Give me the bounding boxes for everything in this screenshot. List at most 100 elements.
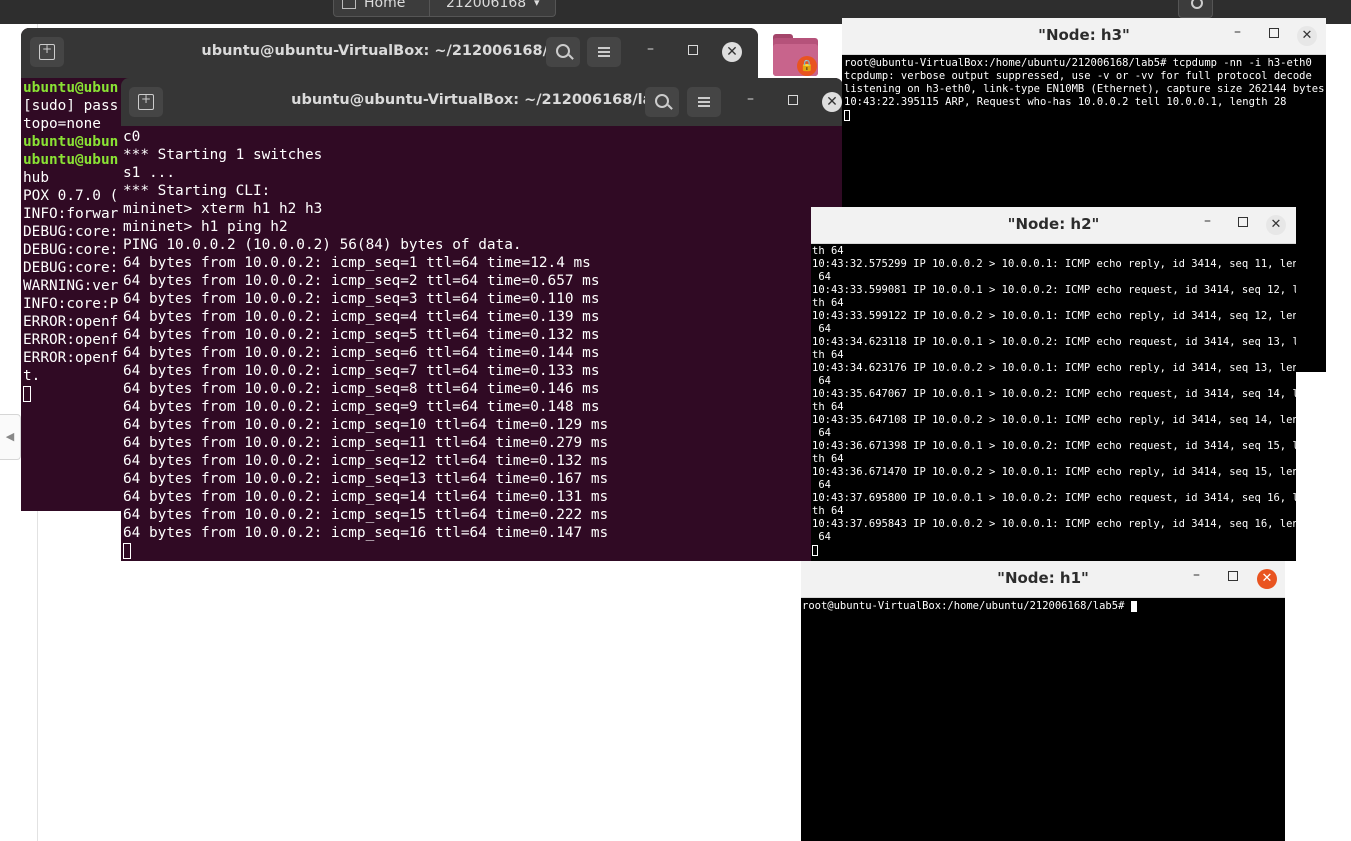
terminal-cursor xyxy=(812,545,818,556)
terminal-line: 64 bytes from 10.0.0.2: icmp_seq=13 ttl=… xyxy=(123,471,609,487)
terminal-cursor xyxy=(123,543,131,559)
terminal-line: 10:43:36.671398 IP 10.0.0.1 > 10.0.0.2: … xyxy=(812,440,1296,452)
terminal-line: 64 bytes from 10.0.0.2: icmp_seq=2 ttl=6… xyxy=(123,273,600,289)
node-h2-window[interactable]: "Node: h2" – ✕ th 64 10:43:32.575299 IP 1… xyxy=(811,207,1296,561)
node-h2-terminal-output[interactable]: th 64 10:43:32.575299 IP 10.0.0.2 > 10.0.… xyxy=(811,244,1296,561)
close-button[interactable]: ✕ xyxy=(1297,26,1317,46)
terminal-line: 64 xyxy=(812,323,831,335)
terminal-line: *** Starting 1 switches xyxy=(123,147,323,163)
terminal-line: 64 xyxy=(812,531,831,543)
terminal-line: mininet> xterm h1 h2 h3 xyxy=(123,201,323,217)
node-h1-window[interactable]: "Node: h1" – ✕ root@ubuntu-VirtualBox:/h… xyxy=(801,561,1285,841)
mininet-terminal-window[interactable]: ubuntu@ubuntu-VirtualBox: ~/212006168/la… xyxy=(121,78,843,561)
terminal-line: 64 bytes from 10.0.0.2: icmp_seq=4 ttl=6… xyxy=(123,309,600,325)
terminal-line: 10:43:37.695843 IP 10.0.0.2 > 10.0.0.1: … xyxy=(812,518,1296,530)
terminal-line: 64 bytes from 10.0.0.2: icmp_seq=8 ttl=6… xyxy=(123,381,600,397)
shell-prompt: root@ubuntu-VirtualBox:/home/ubuntu/2120… xyxy=(802,600,1131,612)
menu-button[interactable] xyxy=(687,87,721,117)
terminal-cursor xyxy=(844,110,850,121)
terminal-line: s1 ... xyxy=(123,165,175,181)
home-icon xyxy=(342,0,356,9)
window-title: "Node: h1" xyxy=(997,569,1089,587)
sidebar-toggle-button[interactable]: ◀ xyxy=(0,414,21,460)
terminal-line: 10:43:35.647108 IP 10.0.0.2 > 10.0.0.1: … xyxy=(812,414,1296,426)
terminal-line: 10:43:33.599122 IP 10.0.0.2 > 10.0.0.1: … xyxy=(812,310,1296,322)
maximize-button[interactable] xyxy=(1269,28,1279,38)
files-pathbar: Home 212006168 ▾ xyxy=(333,0,556,17)
mininet-terminal-output[interactable]: c0 *** Starting 1 switches s1 ... *** Start… xyxy=(121,126,843,561)
terminal-line: 10:43:35.647067 IP 10.0.0.1 > 10.0.0.2: … xyxy=(812,388,1296,400)
search-button[interactable] xyxy=(645,87,679,117)
terminal-line: 64 xyxy=(812,427,831,439)
terminal-line: 64 bytes from 10.0.0.2: icmp_seq=5 ttl=6… xyxy=(123,327,600,343)
close-button[interactable]: ✕ xyxy=(822,92,842,112)
terminal-line: 10:43:22.395115 ARP, Request who-has 10.… xyxy=(844,96,1287,108)
pox-terminal-titlebar[interactable]: ubuntu@ubuntu-VirtualBox: ~/212006168/po… xyxy=(21,28,758,78)
files-search-button[interactable] xyxy=(1178,0,1213,18)
terminal-line: mininet> h1 ping h2 xyxy=(123,219,288,235)
minimize-button[interactable]: – xyxy=(747,91,754,107)
terminal-cursor xyxy=(1130,601,1137,612)
locked-folder-icon[interactable]: 🔒 xyxy=(773,34,818,76)
terminal-line: 10:43:32.575299 IP 10.0.0.2 > 10.0.0.1: … xyxy=(812,258,1296,270)
terminal-line: 10:43:37.695800 IP 10.0.0.1 > 10.0.0.2: … xyxy=(812,492,1296,504)
search-button[interactable] xyxy=(546,37,580,67)
terminal-line: 64 bytes from 10.0.0.2: icmp_seq=1 ttl=6… xyxy=(123,255,591,271)
minimize-button[interactable]: – xyxy=(1193,567,1211,583)
node-h1-terminal-output[interactable]: root@ubuntu-VirtualBox:/home/ubuntu/2120… xyxy=(801,598,1285,841)
maximize-button[interactable] xyxy=(1228,571,1238,581)
lock-icon: 🔒 xyxy=(797,56,817,76)
maximize-button[interactable] xyxy=(688,45,698,55)
terminal-line: 64 bytes from 10.0.0.2: icmp_seq=6 ttl=6… xyxy=(123,345,600,361)
node-h3-titlebar[interactable]: "Node: h3" – ✕ xyxy=(842,18,1326,55)
terminal-line: 64 xyxy=(812,375,831,387)
home-label: Home xyxy=(364,0,406,11)
terminal-line: PING 10.0.0.2 (10.0.0.2) 56(84) bytes of… xyxy=(123,237,522,253)
terminal-line: th 64 xyxy=(812,505,844,517)
terminal-line: 10:43:34.623118 IP 10.0.0.1 > 10.0.0.2: … xyxy=(812,336,1296,348)
path-separator xyxy=(429,0,430,17)
close-button[interactable]: ✕ xyxy=(1257,569,1277,589)
terminal-cursor xyxy=(23,386,31,402)
terminal-line: th 64 xyxy=(812,401,844,413)
mininet-terminal-titlebar[interactable]: ubuntu@ubuntu-VirtualBox: ~/212006168/la… xyxy=(121,78,843,126)
terminal-line: 64 bytes from 10.0.0.2: icmp_seq=10 ttl=… xyxy=(123,417,609,433)
node-h2-titlebar[interactable]: "Node: h2" – ✕ xyxy=(811,207,1296,244)
window-title: "Node: h2" xyxy=(1007,215,1100,233)
minimize-button[interactable]: – xyxy=(1204,213,1222,229)
terminal-line: *** Starting CLI: xyxy=(123,183,271,199)
terminal-line: 10:43:33.599081 IP 10.0.0.1 > 10.0.0.2: … xyxy=(812,284,1296,296)
terminal-line: 64 bytes from 10.0.0.2: icmp_seq=12 ttl=… xyxy=(123,453,609,469)
terminal-line: th 64 xyxy=(812,245,844,257)
home-path-button[interactable]: Home xyxy=(342,0,405,11)
maximize-button[interactable] xyxy=(1238,217,1248,227)
terminal-line: 64 xyxy=(812,479,831,491)
terminal-line: 64 bytes from 10.0.0.2: icmp_seq=16 ttl=… xyxy=(123,525,609,541)
terminal-line: 64 bytes from 10.0.0.2: icmp_seq=7 ttl=6… xyxy=(123,363,600,379)
terminal-line: 10:43:34.623176 IP 10.0.0.2 > 10.0.0.1: … xyxy=(812,362,1296,374)
close-button[interactable]: ✕ xyxy=(1266,215,1286,235)
close-button[interactable]: ✕ xyxy=(722,42,742,62)
terminal-line: th 64 xyxy=(812,349,844,361)
maximize-button[interactable] xyxy=(788,95,798,105)
minimize-button[interactable]: – xyxy=(647,41,654,57)
window-title: ubuntu@ubuntu-VirtualBox: ~/212006168/la… xyxy=(291,92,673,108)
terminal-line: th 64 xyxy=(812,453,844,465)
minimize-button[interactable]: – xyxy=(1234,24,1252,40)
terminal-line: 64 bytes from 10.0.0.2: icmp_seq=11 ttl=… xyxy=(123,435,609,451)
terminal-line: 64 bytes from 10.0.0.2: icmp_seq=9 ttl=6… xyxy=(123,399,600,415)
terminal-line: th 64 xyxy=(812,297,844,309)
terminal-line: 64 bytes from 10.0.0.2: icmp_seq=14 ttl=… xyxy=(123,489,609,505)
terminal-line: listening on h3-eth0, link-type EN10MB (… xyxy=(844,83,1325,95)
terminal-line: 64 bytes from 10.0.0.2: icmp_seq=3 ttl=6… xyxy=(123,291,600,307)
terminal-line: 64 bytes from 10.0.0.2: icmp_seq=15 ttl=… xyxy=(123,507,609,523)
folder-path-button[interactable]: 212006168 xyxy=(446,0,526,11)
window-title: "Node: h3" xyxy=(1038,26,1130,44)
terminal-line: 64 xyxy=(812,271,831,283)
menu-button[interactable] xyxy=(587,37,621,67)
terminal-line: root@ubuntu-VirtualBox:/home/ubuntu/2120… xyxy=(844,57,1312,69)
terminal-line: c0 xyxy=(123,129,141,145)
terminal-line: tcpdump: verbose output suppressed, use … xyxy=(844,70,1312,82)
node-h1-titlebar[interactable]: "Node: h1" – ✕ xyxy=(801,561,1285,598)
chevron-down-icon[interactable]: ▾ xyxy=(534,0,540,9)
